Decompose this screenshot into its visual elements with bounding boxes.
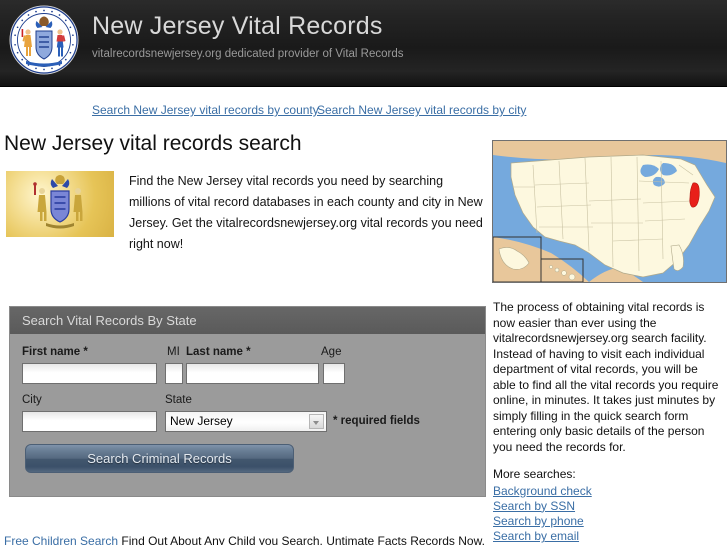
panel-body: First name * MI Last name * Age City Sta… (10, 334, 485, 497)
panel-title: Search Vital Records By State (10, 307, 485, 334)
state-select-value: New Jersey (170, 414, 233, 428)
label-first-name: First name * (22, 346, 88, 358)
new-jersey-state-seal-icon (8, 4, 80, 76)
footer-text: Find Out About Any Child you Search. Unt… (121, 536, 485, 545)
label-mi: MI (167, 346, 180, 358)
us-map-new-jersey-highlighted (492, 140, 727, 283)
sidebar-link-background-check[interactable]: Background check (493, 484, 592, 499)
sidebar-link-search-by-phone[interactable]: Search by phone (493, 514, 584, 529)
more-searches-label: More searches: (493, 467, 576, 481)
nav-link-search-by-county[interactable]: Search New Jersey vital records by count… (92, 103, 319, 117)
search-vital-records-panel: Search Vital Records By State First name… (9, 306, 486, 497)
sidebar-link-search-by-ssn[interactable]: Search by SSN (493, 499, 575, 514)
header-text-block: New Jersey Vital Records vitalrecordsnew… (92, 11, 404, 62)
mi-input[interactable] (165, 363, 183, 384)
site-header: New Jersey Vital Records vitalrecordsnew… (0, 0, 727, 87)
footer-link-free-children-search[interactable]: Free Children Search (4, 536, 118, 545)
first-name-input[interactable] (22, 363, 157, 384)
label-last-name: Last name * (186, 346, 251, 358)
last-name-input[interactable] (186, 363, 319, 384)
footer-strip: Free Children Search Find Out About Any … (0, 536, 727, 545)
required-fields-note: * required fields (333, 415, 420, 427)
sidebar-paragraph: The process of obtaining vital records i… (493, 300, 719, 454)
age-input[interactable] (323, 363, 345, 384)
new-jersey-coat-of-arms-image (6, 171, 114, 237)
chevron-down-icon (309, 414, 324, 429)
nav-link-search-by-city[interactable]: Search New Jersey vital records by city (317, 103, 526, 117)
site-tagline: vitalrecordsnewjersey.org dedicated prov… (92, 48, 404, 60)
intro-block: Find the New Jersey vital records you ne… (0, 171, 485, 255)
state-select[interactable]: New Jersey (165, 411, 327, 432)
search-criminal-records-button[interactable]: Search Criminal Records (25, 444, 294, 473)
right-column: The process of obtaining vital records i… (492, 140, 727, 545)
site-title: New Jersey Vital Records (92, 12, 383, 40)
city-input[interactable] (22, 411, 157, 432)
label-state: State (165, 394, 192, 406)
label-city: City (22, 394, 42, 406)
page-title: New Jersey vital records search (4, 132, 302, 155)
label-age: Age (321, 346, 342, 358)
main-nav: Search New Jersey vital records by count… (0, 103, 727, 123)
left-column: New Jersey vital records search Find the… (0, 131, 485, 255)
